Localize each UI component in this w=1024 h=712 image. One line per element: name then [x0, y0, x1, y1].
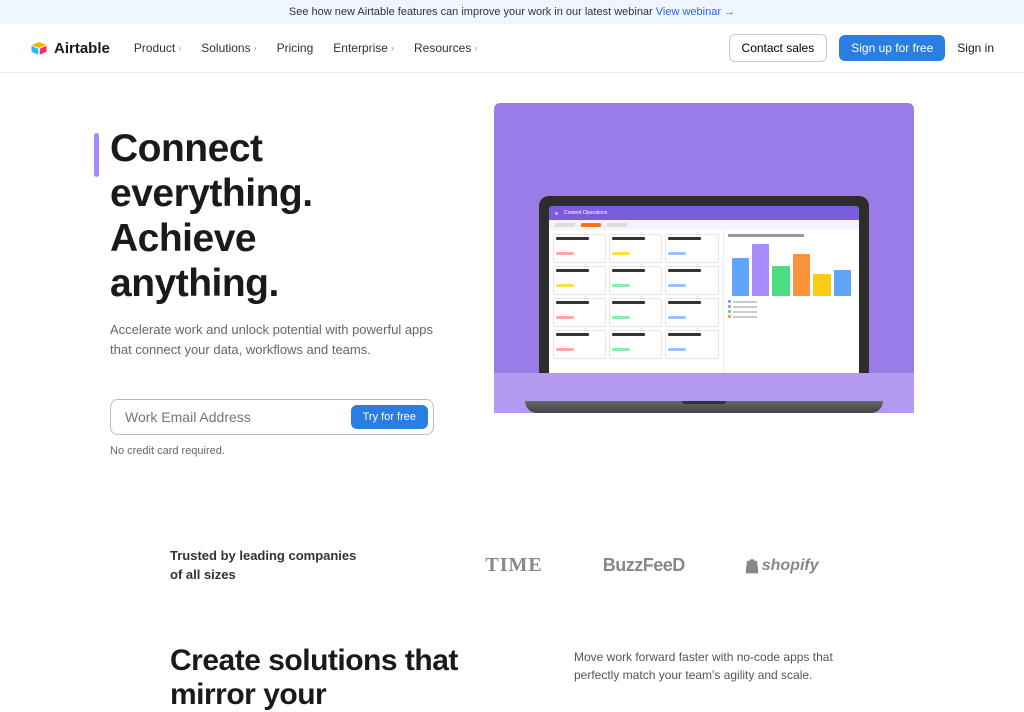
announcement-banner: See how new Airtable features can improv… — [0, 0, 1024, 24]
hero-subtitle: Accelerate work and unlock potential wit… — [110, 320, 434, 359]
nav-resources[interactable]: Resources› — [414, 41, 477, 55]
chevron-down-icon: › — [254, 43, 257, 53]
airtable-logo-icon — [30, 39, 48, 57]
nav-product[interactable]: Product› — [134, 41, 181, 55]
signin-link[interactable]: Sign in — [957, 41, 994, 55]
logo[interactable]: Airtable — [30, 39, 110, 57]
chevron-down-icon: › — [391, 43, 394, 53]
accent-bar — [94, 133, 99, 177]
nav-links: Product› Solutions› Pricing Enterprise› … — [134, 41, 477, 55]
banner-text: See how new Airtable features can improv… — [289, 6, 653, 18]
email-input[interactable] — [125, 409, 351, 425]
buzzfeed-logo: BuzzFeeD — [603, 555, 685, 576]
contact-sales-button[interactable]: Contact sales — [729, 34, 828, 62]
hero-title: Connect everything. Achieve anything. — [110, 127, 434, 306]
nav-right: Contact sales Sign up for free Sign in — [729, 34, 994, 62]
signup-button[interactable]: Sign up for free — [839, 35, 945, 61]
company-logos: TIME BuzzFeeD shopify — [450, 554, 854, 577]
solutions-subtitle: Move work forward faster with no-code ap… — [574, 644, 854, 684]
main-nav: Airtable Product› Solutions› Pricing Ent… — [0, 24, 1024, 73]
solutions-title: Create solutions that mirror your — [170, 644, 524, 712]
trusted-section: Trusted by leading companies of all size… — [0, 497, 1024, 613]
banner-link[interactable]: View webinar → — [656, 6, 735, 18]
hero-left: Connect everything. Achieve anything. Ac… — [110, 103, 434, 457]
mock-kanban — [549, 230, 723, 395]
solutions-section: Create solutions that mirror your Move w… — [0, 614, 1024, 712]
email-form: Try for free — [110, 399, 434, 435]
chevron-down-icon: › — [178, 43, 181, 53]
hero-image: Content Operations — [494, 103, 914, 413]
logo-text: Airtable — [54, 40, 110, 57]
nav-solutions[interactable]: Solutions› — [201, 41, 256, 55]
hero-section: Connect everything. Achieve anything. Ac… — [0, 73, 1024, 497]
time-logo: TIME — [485, 554, 542, 577]
shopify-bag-icon — [745, 558, 759, 574]
no-credit-text: No credit card required. — [110, 445, 434, 457]
mock-chart — [723, 230, 859, 395]
try-for-free-button[interactable]: Try for free — [351, 405, 428, 429]
trusted-text: Trusted by leading companies of all size… — [170, 547, 370, 583]
chevron-down-icon: › — [474, 43, 477, 53]
nav-pricing[interactable]: Pricing — [277, 41, 314, 55]
nav-enterprise[interactable]: Enterprise› — [333, 41, 394, 55]
mock-app-header: Content Operations — [549, 206, 859, 220]
shopify-logo: shopify — [745, 557, 819, 575]
mock-app-tabs — [549, 220, 859, 230]
